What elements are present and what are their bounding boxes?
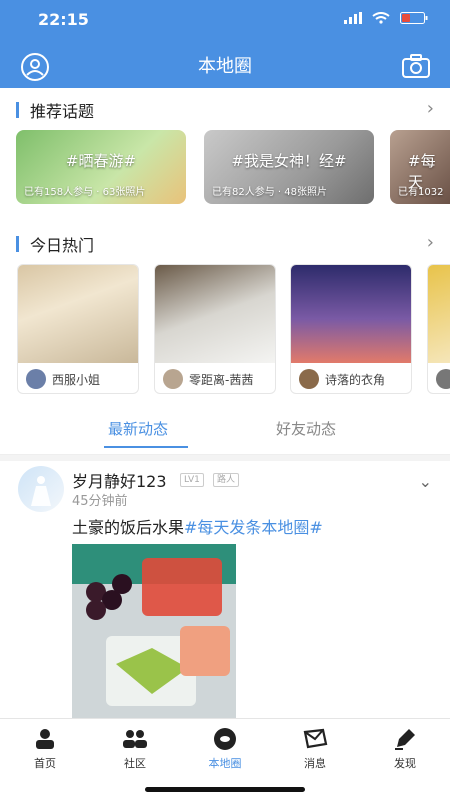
topic-card[interactable]: #晒春游# 已有158人参与 · 63张照片 (16, 130, 186, 204)
user-name: 零距离-茜茜 (189, 373, 254, 387)
tab-discover[interactable]: 发现 (360, 727, 450, 771)
section-marker (16, 102, 19, 118)
hot-today-header[interactable]: 今日热门 › (0, 230, 450, 260)
avatar (299, 369, 319, 389)
person-figure-icon (31, 476, 51, 506)
avatar (163, 369, 183, 389)
topic-meta: 已有82人参与 · 48张照片 (212, 187, 327, 198)
topic-name: #晒春游# (65, 152, 137, 170)
post-body: 土豪的饭后水果 (72, 518, 185, 537)
topic-meta: 已有158人参与 · 63张照片 (24, 187, 146, 198)
post-image (291, 265, 411, 363)
tab-local-circle[interactable]: 本地圈 (180, 727, 270, 771)
post-time: 45分钟前 (72, 494, 128, 509)
user-name: 诗落的衣角 (325, 373, 386, 387)
hot-post-card[interactable]: 诗落的衣角 (290, 264, 412, 394)
topic-name: #我是女神！经# (231, 152, 347, 170)
community-icon (123, 730, 147, 748)
hot-today-title: 今日热门 (30, 236, 95, 255)
recommended-topics-header[interactable]: 推荐话题 › (0, 96, 450, 126)
tab-label: 首页 (34, 757, 56, 770)
home-indicator (145, 787, 305, 792)
role-badge: 路人 (213, 473, 240, 487)
recommended-topics-title: 推荐话题 (30, 102, 95, 121)
level-badge: LV1 (180, 473, 204, 487)
topic-card[interactable]: #我是女神！经# 已有82人参与 · 48张照片 (204, 130, 374, 204)
local-circle-icon (214, 728, 236, 750)
feed-tabs: 最新动态 好友动态 (0, 410, 450, 455)
post-image (428, 265, 450, 363)
battery-icon (400, 12, 428, 24)
avatar[interactable] (18, 466, 64, 512)
status-time: 22:15 (38, 10, 89, 29)
avatar (26, 369, 46, 389)
wifi-icon (372, 12, 390, 24)
tab-label: 社区 (124, 757, 146, 770)
hot-post-card[interactable]: 西服小姐 (17, 264, 139, 394)
page-title: 本地圈 (198, 56, 252, 77)
tab-community[interactable]: 社区 (90, 727, 180, 771)
topic-meta: 已有1032 (398, 187, 444, 198)
signal-icon (344, 12, 362, 24)
user-name: 西服小姐 (52, 373, 101, 387)
tab-label: 发现 (394, 757, 416, 770)
chevron-right-icon[interactable]: › (427, 98, 434, 119)
avatar (436, 369, 450, 389)
hot-post-card[interactable]: 零距离-茜茜 (154, 264, 276, 394)
post-image (155, 265, 275, 363)
tab-friends[interactable]: 好友动态 (276, 418, 336, 439)
active-tab-indicator (104, 446, 188, 448)
status-icons (344, 12, 428, 24)
tab-label: 消息 (304, 757, 326, 770)
chevron-down-icon[interactable]: ⌄ (419, 472, 432, 491)
camera-icon[interactable] (402, 54, 430, 78)
post-text: 土豪的饭后水果#每天发条本地圈# (72, 514, 323, 538)
divider (0, 455, 450, 461)
tab-home[interactable]: 首页 (0, 727, 90, 771)
post-image[interactable] (72, 544, 236, 720)
post-image (18, 265, 138, 363)
post-hashtag[interactable]: #每天发条本地圈# (184, 518, 323, 537)
tab-latest[interactable]: 最新动态 (108, 418, 168, 439)
top-navbar: 本地圈 (0, 40, 450, 88)
section-marker (16, 236, 19, 252)
chevron-right-icon[interactable]: › (427, 232, 434, 253)
post-user-name[interactable]: 岁月静好123 (72, 468, 167, 492)
hot-post-card[interactable] (427, 264, 450, 394)
fruit-photo (72, 544, 236, 720)
status-bar: 22:15 (0, 0, 450, 40)
tab-label: 本地圈 (208, 757, 242, 770)
discover-icon (395, 729, 415, 750)
tab-messages[interactable]: 消息 (270, 727, 360, 771)
topic-card[interactable]: #每天 已有1032 (390, 130, 450, 204)
message-icon (303, 728, 328, 749)
home-icon (36, 729, 54, 749)
